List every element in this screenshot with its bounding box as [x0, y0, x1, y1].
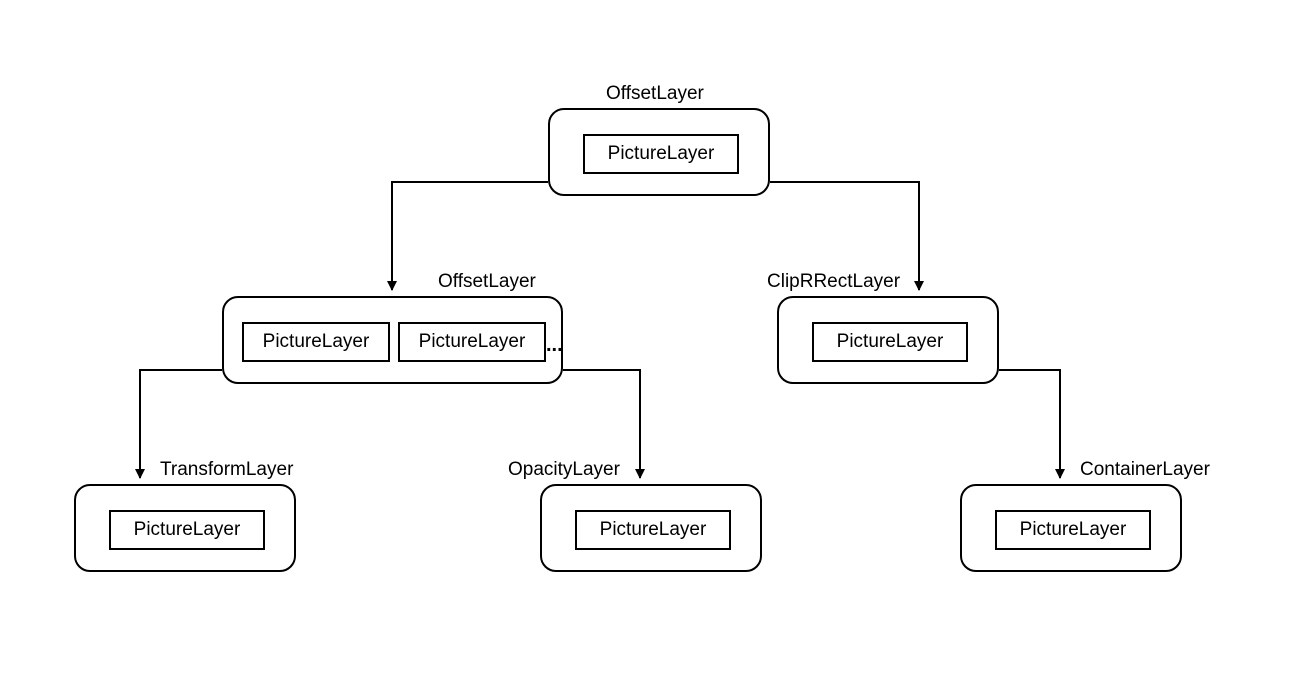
node-l2b: PictureLayer: [777, 296, 999, 384]
node-root: PictureLayer: [548, 108, 770, 196]
diagram-canvas: OffsetLayer PictureLayer OffsetLayer Pic…: [0, 0, 1308, 678]
node-title-l3c: ContainerLayer: [1080, 459, 1210, 481]
node-l2a: PictureLayer PictureLayer ...: [222, 296, 563, 384]
node-l3a: PictureLayer: [74, 484, 296, 572]
inner-picture-layer: PictureLayer: [109, 510, 265, 550]
ellipsis: ...: [546, 334, 563, 357]
inner-picture-layer: PictureLayer: [995, 510, 1151, 550]
inner-picture-layer: PictureLayer: [242, 322, 390, 362]
node-title-l2b: ClipRRectLayer: [767, 271, 900, 293]
node-title-l2a: OffsetLayer: [438, 271, 536, 293]
inner-picture-layer: PictureLayer: [575, 510, 731, 550]
node-l3b: PictureLayer: [540, 484, 762, 572]
node-title-l3a: TransformLayer: [160, 459, 293, 481]
node-title-l3b: OpacityLayer: [508, 459, 620, 481]
inner-picture-layer: PictureLayer: [583, 134, 739, 174]
node-l3c: PictureLayer: [960, 484, 1182, 572]
inner-picture-layer: PictureLayer: [812, 322, 968, 362]
inner-picture-layer: PictureLayer: [398, 322, 546, 362]
node-title-root: OffsetLayer: [606, 83, 704, 105]
